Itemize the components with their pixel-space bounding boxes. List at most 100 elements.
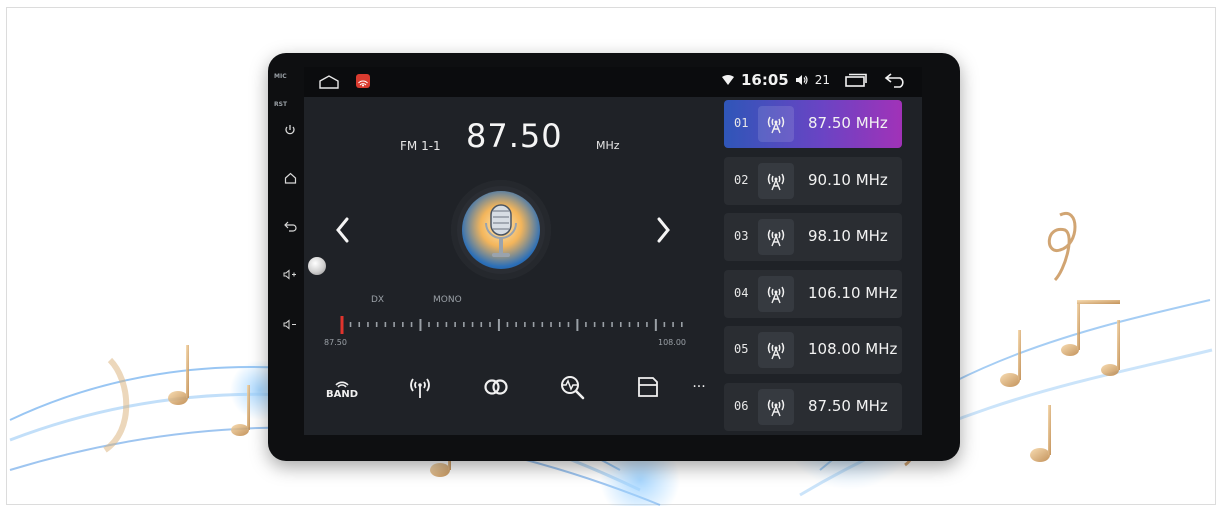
tuner-tick	[567, 322, 570, 327]
side-back-button[interactable]	[275, 215, 305, 237]
tuner-tick	[654, 319, 657, 331]
preset-item-01[interactable]: 01 87.50 MHz	[724, 100, 902, 148]
tuner-tick	[393, 322, 395, 327]
tuner-tick	[497, 319, 500, 331]
preset-frequency: 106.10 MHz	[808, 283, 898, 302]
car-head-unit: MIC RST 16:05 21 FM 1-1 87.50 MHz DX MON…	[268, 53, 960, 461]
scan-button[interactable]	[552, 369, 592, 405]
tuner-tick	[663, 322, 666, 327]
tuner-tick	[585, 322, 587, 327]
scan-icon	[561, 376, 585, 400]
preset-frequency: 87.50 MHz	[808, 114, 888, 132]
tuner-tick	[454, 322, 456, 327]
statusbar-home-button[interactable]	[318, 74, 340, 94]
preset-number: 01	[734, 116, 749, 130]
tuner-tick	[611, 322, 613, 327]
tuner-tick	[637, 322, 640, 327]
home-icon	[319, 75, 339, 89]
tuner-tick	[593, 322, 596, 327]
tuner-tick	[672, 322, 674, 327]
volume-up-icon	[283, 268, 296, 280]
preset-number: 04	[734, 285, 749, 300]
tuner-tick	[541, 322, 544, 327]
tuner-tick	[550, 322, 552, 327]
preset-number: 06	[734, 398, 749, 413]
band-label: FM 1-1	[400, 139, 441, 153]
tuner-tick	[576, 319, 579, 331]
preset-item-04[interactable]: 04 106.10 MHz	[724, 269, 902, 318]
tuner-tick	[646, 322, 648, 327]
microphone-artwork	[462, 191, 540, 269]
tuner-tick	[402, 322, 404, 327]
tuner-tick	[375, 322, 378, 327]
tuner-tick	[619, 322, 622, 327]
save-button[interactable]	[628, 369, 668, 405]
preset-antenna-icon	[758, 388, 794, 425]
preset-antenna-icon	[758, 219, 794, 255]
band-button-label: BAND	[326, 389, 359, 400]
preset-frequency: 98.10 MHz	[808, 227, 888, 245]
stereo-button[interactable]	[476, 369, 516, 405]
preset-item-02[interactable]: 02 90.10 MHz	[724, 156, 902, 205]
back-icon[interactable]	[884, 72, 908, 88]
home-icon	[284, 172, 296, 184]
tuner-tick	[419, 319, 422, 331]
tuner-tick	[602, 322, 605, 327]
preset-item-03[interactable]: 03 98.10 MHz	[724, 213, 902, 261]
tuner-tick	[436, 322, 439, 327]
tuner-tick	[524, 322, 526, 327]
scale-max-label: 108.00	[658, 338, 686, 347]
antenna-button[interactable]	[400, 369, 440, 405]
save-icon	[638, 377, 658, 397]
preset-antenna-icon	[758, 332, 794, 368]
preset-frequency: 90.10 MHz	[808, 170, 888, 189]
power-button[interactable]	[275, 119, 305, 141]
tuner-tick	[558, 322, 561, 327]
side-home-button[interactable]	[275, 167, 305, 189]
tuner-tick	[480, 322, 483, 327]
seek-next-button[interactable]	[652, 215, 674, 245]
preset-item-06[interactable]: 06 87.50 MHz	[724, 382, 902, 431]
tuner-tick	[384, 322, 387, 327]
preset-frequency: 108.00 MHz	[808, 340, 898, 358]
preset-item-05[interactable]: 05 108.00 MHz	[724, 326, 902, 374]
tuner-tick	[445, 322, 448, 327]
volume-up-button[interactable]	[275, 263, 305, 285]
antenna-icon	[410, 378, 430, 398]
status-bar: 16:05 21	[304, 67, 922, 97]
wifi-icon	[721, 75, 734, 85]
preset-antenna-icon	[758, 106, 794, 142]
mono-label[interactable]: MONO	[433, 295, 462, 305]
tuner-tick	[349, 322, 352, 327]
mic-label: MIC	[274, 73, 287, 80]
back-icon	[283, 221, 297, 232]
tuner-needle[interactable]	[340, 316, 344, 334]
tuner-knob[interactable]	[308, 257, 326, 275]
microphone-icon	[485, 204, 517, 257]
preset-antenna-icon	[758, 275, 794, 312]
preset-antenna-icon	[758, 162, 794, 199]
dx-label[interactable]: DX	[371, 295, 384, 305]
tuner-scale[interactable]	[334, 315, 684, 335]
tuner-tick	[628, 322, 631, 327]
power-icon	[285, 125, 295, 135]
volume-down-icon	[283, 318, 296, 330]
recent-apps-icon[interactable]	[844, 73, 868, 87]
tuner-tick	[463, 322, 465, 327]
tuner-tick	[506, 322, 509, 327]
more-button[interactable]: ···	[684, 369, 714, 405]
tuner-tick	[515, 322, 517, 327]
preset-frequency: 87.50 MHz	[808, 396, 888, 415]
frequency-display: 87.50	[466, 117, 563, 155]
tuner-tick	[410, 322, 413, 327]
tuner-tick	[471, 322, 474, 327]
preset-number: 03	[734, 229, 749, 243]
volume-down-button[interactable]	[275, 313, 305, 335]
volume-icon[interactable]	[795, 74, 809, 86]
app-icon[interactable]	[356, 74, 370, 88]
radio-screen: 16:05 21 FM 1-1 87.50 MHz DX MONO 87.50 …	[304, 67, 922, 435]
tuner-tick	[428, 322, 430, 327]
seek-previous-button[interactable]	[332, 215, 354, 245]
tuner-tick	[358, 322, 361, 327]
more-icon: ···	[692, 379, 706, 395]
